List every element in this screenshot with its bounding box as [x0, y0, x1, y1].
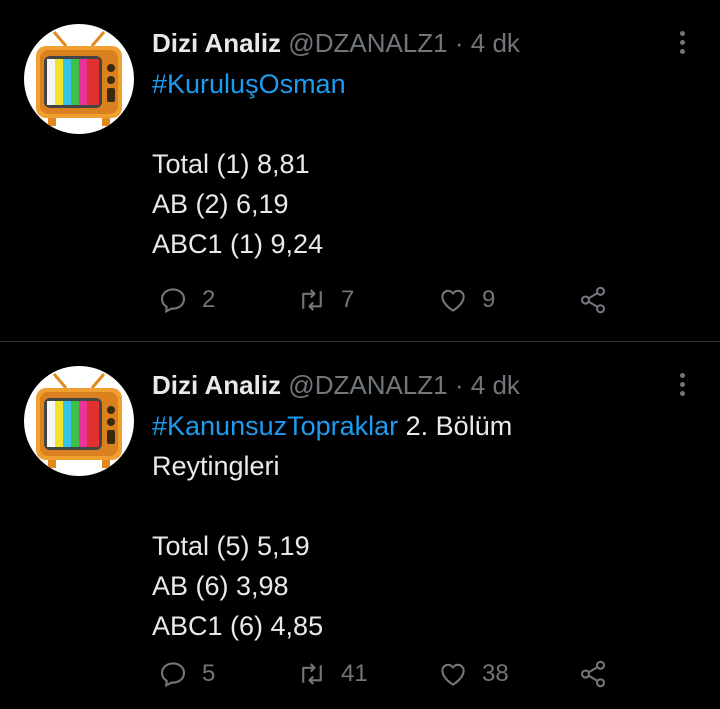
avatar[interactable] [24, 24, 134, 134]
separator-dot: · [454, 370, 464, 400]
tweet-actions: 5 41 38 [152, 654, 632, 694]
share-icon [580, 660, 606, 688]
tweet-line: #KanunsuzTopraklar 2. Bölüm [152, 411, 513, 441]
like-count: 38 [482, 660, 509, 687]
tweet-line: #KuruluşOsman [152, 64, 682, 104]
timestamp[interactable]: 4 dk [471, 28, 520, 58]
tweet[interactable]: Dizi Analiz @DZANALZ1 · 4 dk #KanunsuzTo… [0, 342, 720, 709]
tweet-line: Reytingleri [152, 451, 280, 481]
tweet[interactable]: Dizi Analiz @DZANALZ1 · 4 dk #KuruluşOsm… [0, 0, 720, 342]
separator-dot: · [454, 28, 464, 58]
retweet-icon [302, 663, 322, 685]
heart-icon [441, 663, 465, 686]
author-handle[interactable]: @DZANALZ1 [288, 28, 447, 58]
retweet-count: 7 [341, 286, 355, 313]
tweet-header: Dizi Analiz @DZANALZ1 · 4 dk [152, 26, 520, 60]
more-options-icon[interactable] [672, 370, 692, 400]
author-handle[interactable]: @DZANALZ1 [288, 370, 447, 400]
tweet-line: AB (6) 3,98 [152, 571, 289, 601]
tweet-actions: 2 7 9 [152, 280, 632, 320]
tweet-line: Total (5) 5,19 [152, 531, 310, 561]
reply-icon [160, 662, 186, 688]
retweet-icon [302, 289, 322, 311]
reply-count: 2 [202, 286, 216, 313]
share-button[interactable] [578, 280, 622, 320]
tweet-line: ABC1 (1) 9,24 [152, 229, 324, 259]
retweet-button[interactable]: 41 [297, 654, 368, 694]
tweet-line: Total (1) 8,81 [152, 149, 310, 179]
author-name[interactable]: Dizi Analiz [152, 28, 281, 58]
reply-button[interactable]: 2 [158, 280, 215, 320]
like-button[interactable]: 38 [438, 654, 509, 694]
hashtag-link[interactable]: #KuruluşOsman [152, 69, 346, 99]
reply-count: 5 [202, 660, 216, 687]
retro-tv-icon [36, 373, 122, 468]
tweet-line: AB (2) 6,19 [152, 189, 289, 219]
reply-icon [160, 288, 186, 314]
heart-icon [441, 289, 465, 312]
retweet-count: 41 [341, 660, 368, 687]
tweet-line: ABC1 (6) 4,85 [152, 611, 324, 641]
hashtag-link[interactable]: #KanunsuzTopraklar [152, 411, 398, 441]
author-name[interactable]: Dizi Analiz [152, 370, 281, 400]
retro-tv-icon [36, 31, 122, 126]
tweet-line [152, 104, 682, 144]
timestamp[interactable]: 4 dk [471, 370, 520, 400]
share-icon [580, 286, 606, 314]
like-button[interactable]: 9 [438, 280, 495, 320]
avatar[interactable] [24, 366, 134, 476]
tweet-header: Dizi Analiz @DZANALZ1 · 4 dk [152, 368, 520, 402]
reply-button[interactable]: 5 [158, 654, 215, 694]
more-options-icon[interactable] [672, 28, 692, 58]
retweet-button[interactable]: 7 [297, 280, 354, 320]
tweet-line [152, 486, 682, 526]
tweet-text: #KuruluşOsman Total (1) 8,81 AB (2) 6,19… [152, 64, 682, 264]
share-button[interactable] [578, 654, 622, 694]
tweet-text: #KanunsuzTopraklar 2. Bölüm Reytingleri … [152, 406, 682, 646]
like-count: 9 [482, 286, 496, 313]
